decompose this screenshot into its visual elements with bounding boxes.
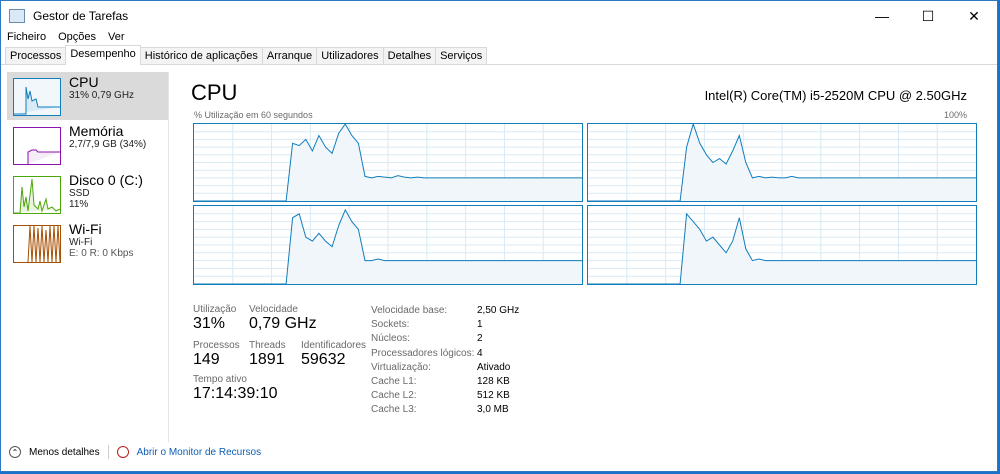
tab-processes[interactable]: Processos	[5, 47, 67, 64]
spec-value: 512 KB	[477, 390, 510, 402]
handles-label: Identificadores	[301, 340, 367, 351]
spec-row: Velocidade base: 2,50 GHz	[371, 304, 519, 318]
utilization-value: 31%	[193, 315, 226, 332]
menu-file[interactable]: Ficheiro	[7, 31, 46, 47]
spec-label: Cache L1:	[371, 376, 417, 388]
spec-row: Sockets: 1	[371, 318, 519, 332]
resource-monitor-icon	[116, 446, 129, 458]
sidebar-item-wifi[interactable]: Wi-Fi Wi-Fi E: 0 R: 0 Kbps	[7, 219, 168, 267]
tab-performance[interactable]: Desempenho	[65, 45, 141, 65]
sidebar-wifi-adapter: Wi-Fi	[69, 237, 93, 248]
minimize-button[interactable]: —	[859, 1, 905, 31]
spec-label: Velocidade base:	[371, 305, 448, 316]
spec-value: 128 KB	[477, 376, 510, 388]
spec-value: 1	[477, 319, 483, 331]
tab-bar: Processos Desempenho Histórico de aplica…	[1, 45, 997, 65]
spec-row: Virtualização: Ativado	[371, 361, 519, 375]
task-manager-window: Gestor de Tarefas — ☐ ✕ Ficheiro Opções …	[0, 0, 998, 472]
tab-details[interactable]: Detalhes	[382, 47, 437, 64]
sidebar-disk-usage: 11%	[69, 199, 89, 210]
core-graph-3	[587, 205, 977, 285]
sidebar-wifi-name: Wi-Fi	[69, 221, 102, 237]
handles-value: 59632	[301, 351, 346, 368]
sidebar-disk-type: SSD	[69, 188, 90, 199]
window-title: Gestor de Tarefas	[33, 9, 129, 23]
maximize-button[interactable]: ☐	[905, 1, 951, 31]
task-manager-icon	[9, 9, 25, 23]
close-button[interactable]: ✕	[951, 1, 997, 31]
core-graph-2	[193, 205, 583, 285]
utilization-label: Utilização	[193, 304, 237, 315]
spec-label: Sockets:	[371, 319, 410, 331]
sidebar-item-disk[interactable]: Disco 0 (C:) SSD 11%	[7, 170, 168, 218]
spec-row: Cache L2: 512 KB	[371, 389, 519, 403]
sidebar-item-cpu[interactable]: CPU 31% 0,79 GHz	[7, 72, 168, 120]
spec-value: Ativado	[477, 361, 511, 373]
graph-caption: % Utilização em 60 segundos	[194, 110, 313, 120]
sidebar-wifi-throughput: E: 0 R: 0 Kbps	[69, 248, 134, 259]
spec-row: Processadores lógicos: 4	[371, 347, 519, 361]
spec-row: Cache L3: 3,0 MB	[371, 403, 519, 417]
memory-thumbnail-graph	[13, 127, 61, 165]
core-graph-1	[587, 122, 977, 202]
graph-max-label: 100%	[943, 110, 967, 120]
resource-sidebar: CPU 31% 0,79 GHz Memória 2,7/7,9 GB (34%) …	[7, 72, 169, 442]
sidebar-cpu-name: CPU	[69, 74, 99, 90]
spec-label: Processadores lógicos:	[371, 347, 475, 359]
spec-value: 3,0 MB	[477, 404, 509, 416]
spec-value: 2	[477, 333, 483, 345]
wifi-thumbnail-graph	[13, 225, 61, 263]
processes-label: Processos	[193, 340, 240, 351]
uptime-label: Tempo ativo	[193, 374, 247, 385]
spec-label: Núcleos:	[371, 333, 410, 345]
page-title: CPU	[191, 80, 238, 105]
disk-thumbnail-graph	[13, 176, 61, 214]
tab-services[interactable]: Serviços	[435, 47, 488, 64]
cpu-model: Intel(R) Core(TM) i5-2520M CPU @ 2.50GHz	[704, 88, 967, 103]
spec-value: 2,50 GHz	[477, 305, 520, 316]
sidebar-memory-name: Memória	[69, 123, 124, 139]
menu-bar: Ficheiro Opções Ver	[1, 31, 997, 47]
sidebar-disk-name: Disco 0 (C:)	[69, 172, 143, 188]
uptime-value: 17:14:39:10	[193, 385, 278, 402]
spec-value: 4	[477, 347, 483, 359]
tab-users[interactable]: Utilizadores	[316, 47, 384, 64]
spec-label: Cache L2:	[371, 390, 417, 402]
spec-row: Núcleos: 2	[371, 332, 519, 346]
footer: ⌃ Menos detalhes Abrir o Monitor de Recu…	[9, 445, 261, 459]
spec-row: Cache L1: 128 KB	[371, 375, 519, 389]
sidebar-cpu-usage: 31% 0,79 GHz	[69, 90, 135, 101]
open-resource-monitor-link[interactable]: Abrir o Monitor de Recursos	[137, 447, 262, 458]
fewer-details-link[interactable]: Menos detalhes	[29, 447, 100, 458]
threads-value: 1891	[249, 351, 285, 368]
sidebar-item-memory[interactable]: Memória 2,7/7,9 GB (34%)	[7, 121, 168, 169]
tab-startup[interactable]: Arranque	[261, 47, 318, 64]
speed-value: 0,79 GHz	[249, 315, 317, 332]
spec-label: Cache L3:	[371, 404, 417, 416]
threads-label: Threads	[249, 340, 286, 351]
speed-label: Velocidade	[249, 304, 298, 315]
processes-value: 149	[193, 351, 220, 368]
chevron-up-icon[interactable]: ⌃	[9, 446, 21, 458]
tab-app-history[interactable]: Histórico de aplicações	[139, 47, 263, 64]
core-graph-0	[193, 123, 583, 202]
cpu-stats: Utilização 31% Velocidade 0,79 GHz Process…	[193, 304, 366, 403]
sidebar-memory-usage: 2,7/7,9 GB (34%)	[69, 139, 147, 150]
cpu-thumbnail-graph	[13, 78, 61, 116]
cpu-specs: Velocidade base: 2,50 GHz Sockets: 1 Núcleos…	[371, 304, 519, 418]
title-bar: Gestor de Tarefas — ☐ ✕	[1, 1, 997, 31]
spec-label: Virtualização:	[371, 361, 431, 373]
